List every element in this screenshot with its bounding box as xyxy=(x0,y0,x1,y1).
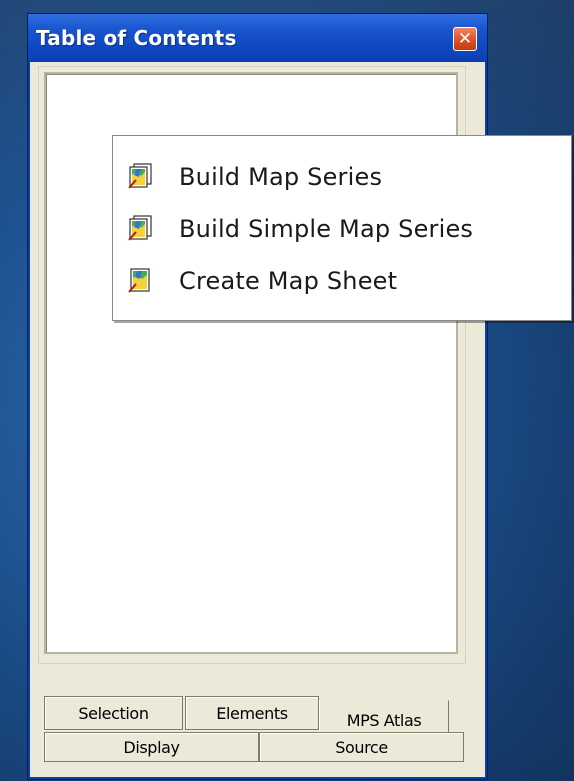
tab-label: MPS Atlas xyxy=(346,710,422,730)
tab-label: Display xyxy=(123,737,180,757)
menu-item-build-simple-map-series[interactable]: Build Simple Map Series xyxy=(113,204,571,254)
map-series-icon xyxy=(128,215,152,241)
context-menu: Build Map Series Build Simple Map Series… xyxy=(112,135,572,321)
menu-item-label: Build Map Series xyxy=(179,163,383,191)
table-of-contents-window: Table of Contents ✕ Selection Elements M… xyxy=(28,14,487,779)
tab-mps-atlas[interactable]: MPS Atlas xyxy=(319,700,449,734)
menu-item-build-map-series[interactable]: Build Map Series xyxy=(113,152,571,202)
tab-display[interactable]: Display xyxy=(44,732,259,762)
menu-item-create-map-sheet[interactable]: Create Map Sheet xyxy=(113,256,571,306)
tab-label: Selection xyxy=(78,703,149,723)
map-sheet-icon xyxy=(128,268,150,293)
tab-label: Elements xyxy=(216,703,288,723)
menu-item-label: Build Simple Map Series xyxy=(179,215,474,243)
tab-selection[interactable]: Selection xyxy=(44,696,183,730)
tab-source[interactable]: Source xyxy=(259,732,464,762)
close-icon: ✕ xyxy=(457,28,473,49)
map-series-icon xyxy=(128,163,152,189)
tab-elements[interactable]: Elements xyxy=(185,696,319,730)
window-title: Table of Contents xyxy=(36,26,237,50)
menu-item-label: Create Map Sheet xyxy=(179,267,398,295)
close-button[interactable]: ✕ xyxy=(453,27,477,51)
tab-label: Source xyxy=(335,737,388,757)
title-bar[interactable]: Table of Contents ✕ xyxy=(28,14,487,62)
